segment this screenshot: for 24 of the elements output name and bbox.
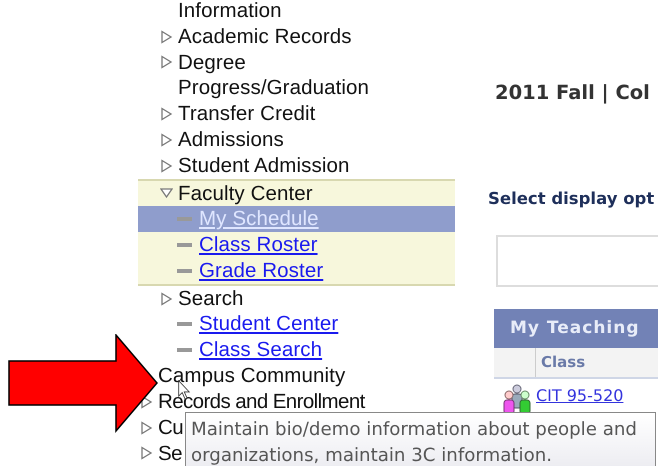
class-link[interactable]: CIT 95-520 [536,384,624,408]
nav-item[interactable]: Cu [158,414,184,441]
column-header: Class [540,352,586,374]
term-heading: 2011 Fall | Col [495,80,651,106]
nav-item[interactable]: Academic Records [178,24,352,50]
nav-item[interactable]: Degree Progress/Graduation [178,50,370,102]
nav-item[interactable]: Information [178,0,282,24]
display-prompt: Select display opt [488,188,656,210]
dash-icon [177,268,192,273]
dash-icon [177,217,192,222]
nav-item[interactable]: Campus Community [158,363,346,389]
dash-icon [177,243,192,248]
nav-item[interactable]: Admissions [178,126,284,153]
tooltip-text: Maintain bio/demo information about people and organizations, maintain 3C information. [191,419,637,466]
dash-icon [177,322,192,326]
nav-item[interactable]: Search [178,286,244,312]
nav-item[interactable]: Transfer Credit [178,101,316,127]
nav-item[interactable]: Records and Enrollment [158,388,365,415]
nav-item[interactable]: Student Admission [178,152,350,179]
nav-item[interactable]: Se [158,440,182,466]
caret-down-icon[interactable] [160,186,173,200]
nav-item[interactable]: Faculty Center [178,180,313,206]
dash-icon [177,348,192,352]
table-header: My Teaching [494,309,658,348]
